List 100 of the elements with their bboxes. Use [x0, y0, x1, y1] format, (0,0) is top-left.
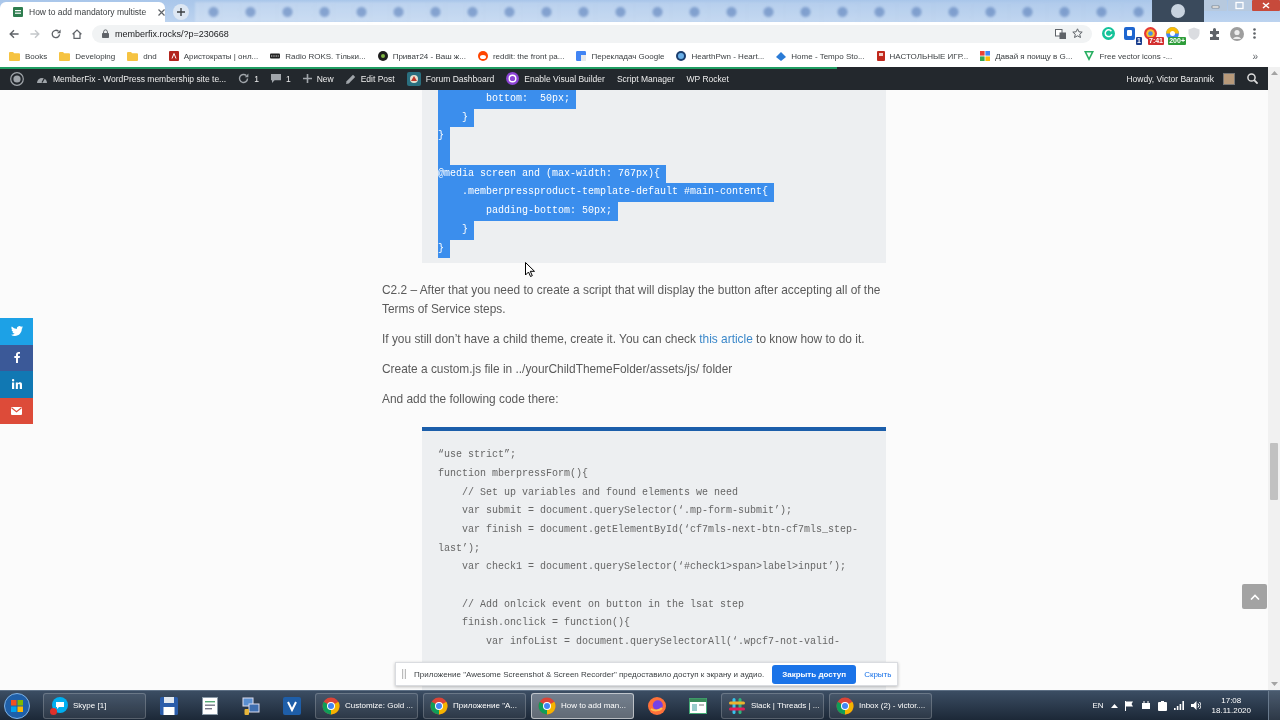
taskbar-button[interactable]: Customize: Gold ...: [315, 692, 418, 719]
taskbar-button[interactable]: Приложение "A...: [423, 692, 526, 719]
code-line: last’);: [438, 542, 480, 554]
tray-app-icon[interactable]: [1157, 700, 1167, 711]
home-icon[interactable]: [72, 28, 82, 39]
puzzle-icon[interactable]: [1209, 27, 1221, 40]
article-link[interactable]: this article: [699, 331, 753, 346]
flag-icon[interactable]: [1124, 700, 1134, 711]
folder-icon: [9, 51, 20, 61]
chevron-up-icon[interactable]: [1110, 703, 1118, 708]
bookmark-item[interactable]: Home - Tempo Sto...: [776, 51, 865, 61]
signal-icon[interactable]: [1173, 701, 1184, 710]
admin-menu-link[interactable]: WP Rocket: [680, 67, 735, 90]
bookmark-item[interactable]: Перекладач Google: [576, 51, 665, 61]
updates-link[interactable]: 1: [232, 67, 265, 90]
taskbar-button[interactable]: How to add man...: [531, 692, 634, 719]
scrollbar-thumb[interactable]: [1270, 443, 1278, 500]
speaker-icon[interactable]: [1190, 701, 1201, 710]
taskbar-button[interactable]: Inbox (2) - victor....: [829, 692, 932, 719]
reload-icon[interactable]: [51, 28, 61, 39]
more-bookmarks-button[interactable]: »: [1250, 50, 1260, 62]
start-orb-icon[interactable]: [4, 692, 30, 719]
square-extension-icon[interactable]: [1124, 27, 1135, 40]
window-icon: [689, 697, 707, 714]
new-link[interactable]: New: [296, 67, 340, 90]
bookmark-item[interactable]: НАСТОЛЬНЫЕ ИГР...: [876, 51, 969, 61]
circle-icon[interactable]: [1171, 4, 1185, 18]
bookmark-item[interactable]: Developing: [59, 51, 116, 61]
bookmark-item[interactable]: Free vector icons -...: [1084, 51, 1173, 61]
chevron-tile-icon: [283, 696, 301, 715]
chat-icon: [50, 696, 68, 715]
admin-menu-link[interactable]: Forum Dashboard: [400, 67, 501, 90]
circle-favicon-icon: [377, 51, 388, 61]
bookmark-item[interactable]: Radio ROKS. Тільки...: [270, 51, 366, 61]
drag-handle-icon[interactable]: [402, 669, 406, 679]
envelope-icon: [11, 406, 22, 415]
back-icon[interactable]: [9, 28, 19, 39]
code-line: var infoList = document.querySelectorAll(‘.wpcf7-not-valid-: [486, 636, 841, 648]
paragraph-text: Create a custom.js file in ../yourChildThemeFolder/assets/js/ folder: [382, 360, 734, 378]
menu-icon[interactable]: [1253, 28, 1256, 39]
square-favicon-icon: [168, 51, 179, 61]
translate-icon[interactable]: [1055, 28, 1066, 39]
close-icon[interactable]: [158, 8, 166, 16]
hide-link[interactable]: Скрыть: [864, 669, 892, 679]
browser-icon: [538, 696, 556, 715]
clock-date[interactable]: 18.11.2020: [1211, 705, 1251, 716]
folder-icon: [59, 51, 71, 61]
bookmark-item[interactable]: reddit: the front pa...: [477, 51, 565, 61]
share-button[interactable]: [0, 344, 33, 371]
code-line: function mberpressForm(){: [438, 467, 589, 479]
taskbar-button[interactable]: Slack | Threads | ...: [721, 692, 824, 719]
browser-icon: [430, 696, 448, 715]
notification-text: Приложение "Awesome Screenshot & Screen Recorder" предоставило доступ к экрану и аудио.: [414, 669, 765, 679]
refresh-icon: [238, 73, 250, 84]
search-icon[interactable]: [1247, 73, 1258, 84]
code-line: var finish = document.getElementById(‘cf7mls-next-btn-cf7mls_step-: [462, 524, 859, 536]
bird-icon: [10, 326, 23, 337]
bookmark-item[interactable]: Давай я поищу в G...: [980, 51, 1073, 61]
site-name-link[interactable]: MemberFix - WordPress membership site te...: [30, 67, 233, 90]
bookmark-item[interactable]: Аристократы | онл...: [168, 51, 259, 61]
language-indicator[interactable]: EN: [1092, 701, 1104, 710]
code-line: var submit = document.querySelector(‘.mp-form-submit’);: [462, 505, 793, 517]
bookmark-item[interactable]: Books: [9, 51, 48, 61]
f-logo-icon: [13, 352, 20, 364]
paragraph-text: And add the following code there:: [382, 390, 560, 408]
edit-post-link[interactable]: Edit Post: [339, 67, 401, 90]
browser-icon: [836, 696, 854, 715]
circle-logo-icon[interactable]: [10, 71, 24, 86]
bookmark-item[interactable]: dnd: [127, 51, 157, 61]
share-button[interactable]: [0, 397, 33, 424]
paragraph-text: C2.2 – After that you need to create a script that will display the button after accepting all of the Terms of Service steps.: [382, 282, 882, 318]
code-line: “use strict”;: [438, 449, 516, 461]
close-icon[interactable]: [1252, 0, 1280, 11]
new-tab-button[interactable]: [173, 4, 189, 20]
browser-icon: [322, 696, 340, 715]
clock-time[interactable]: 17:08: [1221, 695, 1242, 706]
star-icon[interactable]: [1072, 28, 1083, 39]
share-button[interactable]: [0, 318, 33, 345]
page-favicon-icon: [13, 7, 23, 17]
bookmark-item[interactable]: Приват24 - Ваш ж...: [377, 51, 466, 61]
scrollbar[interactable]: [1268, 67, 1280, 690]
admin-menu-link[interactable]: Script Manager: [610, 67, 681, 90]
share-button[interactable]: [0, 371, 33, 398]
admin-menu-link[interactable]: Enable Visual Builder: [500, 67, 611, 90]
browser-tab[interactable]: How to add mandatory multiste: [0, 2, 165, 22]
stop-sharing-button[interactable]: Закрыть доступ: [772, 664, 857, 684]
round-extension-icon[interactable]: [1166, 27, 1179, 40]
taskbar-button[interactable]: Skype [1]: [43, 692, 146, 719]
chevron-up-icon: [1249, 593, 1260, 600]
address-field[interactable]: memberfix.rocks/?p=230668: [92, 24, 1092, 43]
avatar-icon[interactable]: [1230, 26, 1244, 41]
circle-favicon-icon: [676, 51, 687, 61]
bookmark-item[interactable]: HearthPwn - Heart...: [676, 51, 765, 61]
circle-logo-icon: [506, 72, 520, 85]
comments-link[interactable]: 1: [264, 67, 297, 90]
tray-app-icon[interactable]: [1140, 700, 1151, 711]
show-desktop-button[interactable]: [1268, 691, 1280, 720]
comment-icon: [270, 74, 281, 83]
account-link[interactable]: Howdy, Victor Barannik: [1120, 67, 1241, 90]
lock-icon: [102, 29, 109, 38]
